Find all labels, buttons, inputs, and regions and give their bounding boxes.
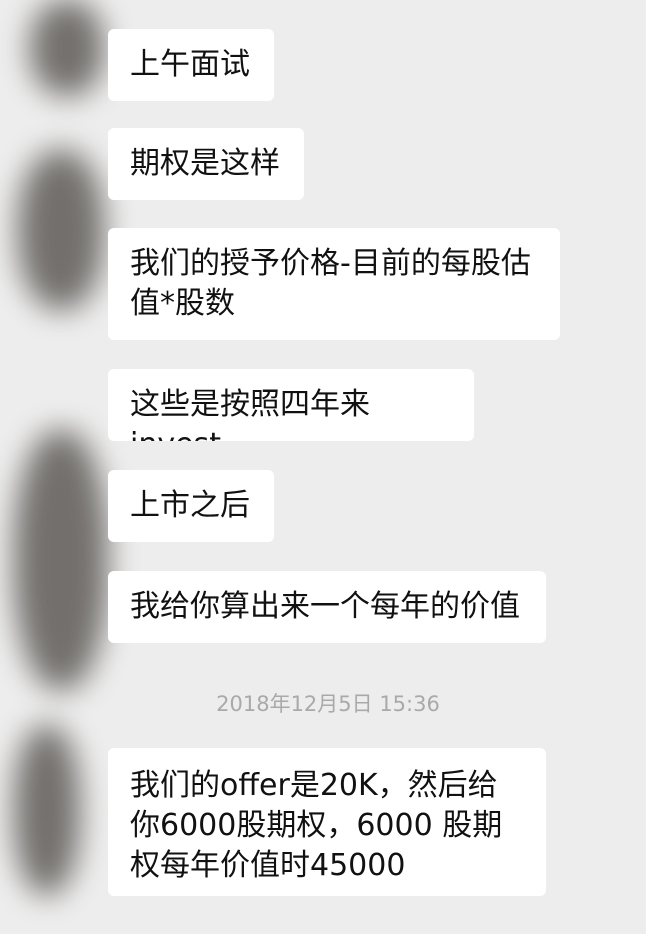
avatar[interactable] — [14, 430, 108, 690]
message-bubble[interactable]: 上市之后 — [108, 470, 274, 542]
message-bubble[interactable]: 期权是这样 — [108, 128, 304, 200]
message-bubble[interactable]: 上午面试 — [108, 29, 274, 101]
message-bubble[interactable]: 我们的offer是20K，然后给你6000股期权，6000 股期权每年价值时45… — [108, 748, 546, 896]
avatar[interactable] — [18, 150, 104, 310]
avatar[interactable] — [14, 725, 80, 895]
message-bubble[interactable]: 这些是按照四年来invest — [108, 369, 474, 441]
message-bubble[interactable]: 我给你算出来一个每年的价值 — [108, 571, 546, 643]
message-bubble[interactable]: 我们的授予价格-目前的每股估值*股数 — [108, 228, 560, 340]
timestamp: 2018年12月5日 15:36 — [216, 692, 440, 716]
avatar[interactable] — [30, 0, 104, 96]
